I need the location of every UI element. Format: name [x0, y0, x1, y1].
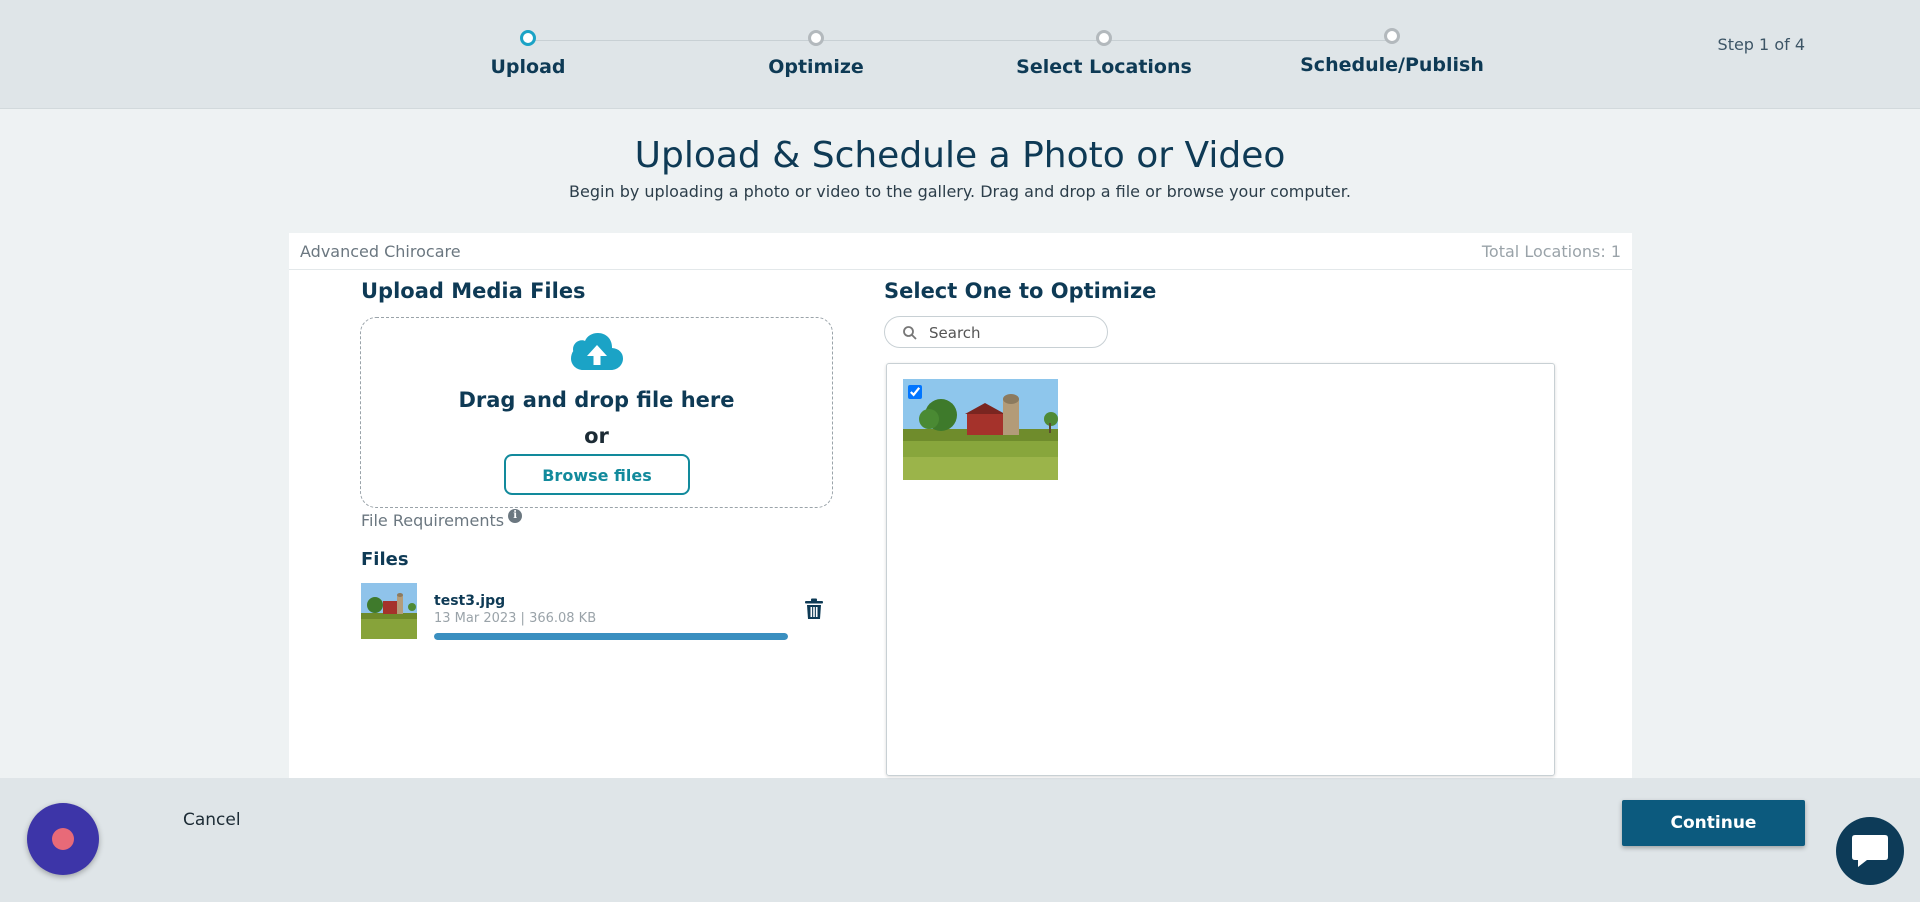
stepper-line — [528, 40, 1392, 41]
step-schedule-publish: Schedule/Publish — [1272, 28, 1512, 76]
step-label: Upload — [490, 56, 566, 78]
upload-progress-fill — [434, 633, 788, 640]
step-dot — [520, 30, 536, 46]
trash-icon[interactable] — [804, 598, 824, 620]
step-dot — [1384, 28, 1400, 44]
upload-progress-bar — [434, 633, 788, 640]
step-select-locations: Select Locations — [984, 30, 1224, 78]
chat-widget-button[interactable] — [1836, 817, 1904, 885]
step-count: Step 1 of 4 — [1717, 35, 1805, 54]
media-gallery — [886, 363, 1555, 776]
step-optimize: Optimize — [696, 30, 936, 78]
step-label: Schedule/Publish — [1300, 54, 1484, 76]
step-dot — [1096, 30, 1112, 46]
upload-card: Advanced Chirocare Total Locations: 1 Up… — [289, 233, 1632, 778]
record-icon — [52, 828, 74, 850]
optimize-title: Select One to Optimize — [884, 279, 1157, 303]
record-widget-button[interactable] — [27, 803, 99, 875]
total-locations: Total Locations: 1 — [1481, 242, 1621, 261]
files-title: Files — [361, 549, 409, 570]
browse-files-button[interactable]: Browse files — [504, 454, 690, 495]
stepper-bar: Upload Optimize Select Locations Schedul… — [0, 0, 1920, 109]
file-dropzone[interactable]: Drag and drop file here or Browse files — [360, 317, 833, 508]
page-title: Upload & Schedule a Photo or Video — [634, 135, 1286, 176]
file-requirements[interactable]: File Requirements i — [361, 509, 523, 530]
search-icon — [903, 326, 917, 340]
dropzone-or: or — [584, 424, 609, 448]
chat-icon — [1852, 835, 1888, 867]
search-input[interactable] — [927, 322, 1101, 344]
cloud-upload-icon — [571, 333, 623, 370]
dropzone-title: Drag and drop file here — [458, 388, 735, 412]
card-header: Advanced Chirocare Total Locations: 1 — [289, 233, 1632, 270]
file-thumbnail — [361, 583, 417, 639]
step-label: Optimize — [768, 56, 864, 78]
file-name: test3.jpg — [434, 593, 506, 609]
step-label: Select Locations — [1016, 56, 1192, 78]
step-upload: Upload — [408, 30, 648, 78]
continue-button[interactable]: Continue — [1622, 800, 1805, 846]
gallery-image-checkbox[interactable] — [908, 385, 922, 399]
cancel-button[interactable]: Cancel — [177, 809, 247, 831]
file-meta: 13 Mar 2023 | 366.08 KB — [434, 611, 597, 626]
step-dot — [808, 30, 824, 46]
file-row: test3.jpg 13 Mar 2023 | 366.08 KB — [361, 583, 821, 643]
gallery-image[interactable] — [903, 379, 1058, 480]
upload-media-title: Upload Media Files — [361, 279, 586, 303]
file-requirements-label: File Requirements — [361, 511, 505, 530]
location-name: Advanced Chirocare — [300, 242, 461, 261]
search-box[interactable] — [884, 316, 1108, 348]
page-subtitle: Begin by uploading a photo or video to t… — [569, 182, 1351, 201]
info-icon[interactable]: i — [508, 509, 523, 523]
